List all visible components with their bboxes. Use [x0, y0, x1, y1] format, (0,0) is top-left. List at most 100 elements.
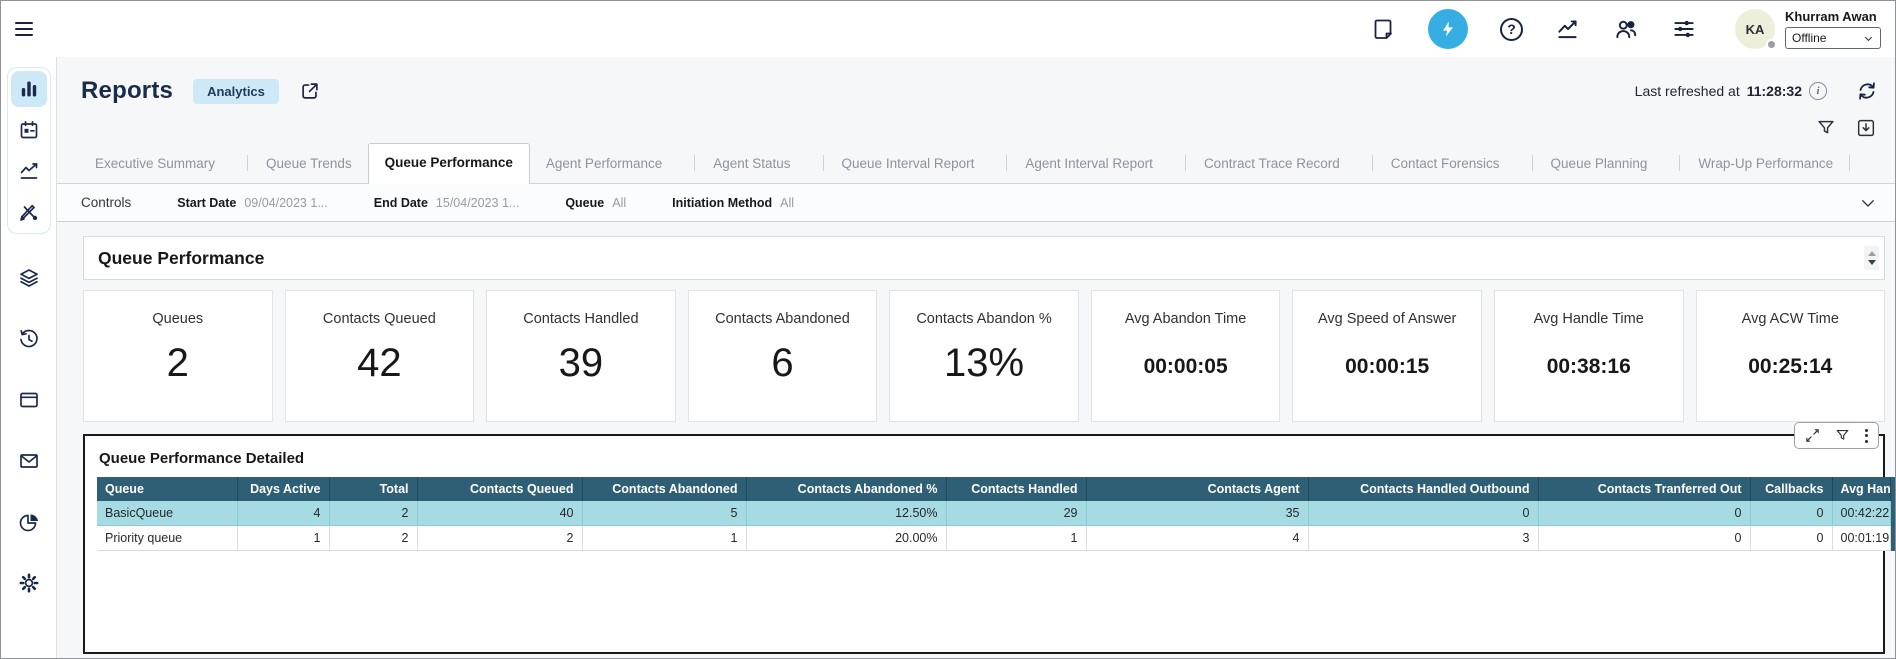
controls-collapse-chevron-icon[interactable]: [1859, 194, 1877, 212]
hamburger-menu-icon[interactable]: [15, 16, 41, 42]
left-sidebar: [1, 57, 57, 658]
report-tabs: Executive Summary Queue Trends Queue Per…: [57, 141, 1895, 184]
line-chart-icon: [17, 159, 41, 183]
history-icon: [17, 327, 41, 351]
kpi-contacts-abandoned: Contacts Abandoned 6: [688, 290, 878, 422]
contacts-icon[interactable]: [1613, 16, 1639, 42]
refresh-icon[interactable]: [1855, 79, 1879, 103]
user-cluster: KA Khurram Awan Offline: [1735, 9, 1881, 49]
col-total[interactable]: Total: [329, 477, 417, 501]
col-avg-handle[interactable]: Avg Handl..: [1832, 477, 1890, 501]
chevron-down-icon: [1863, 33, 1874, 44]
sidebar-item-dashboard[interactable]: [11, 71, 47, 107]
boost-button[interactable]: [1428, 9, 1468, 49]
table-vertical-scrollbar[interactable]: [1891, 477, 1896, 551]
status-dot: [1766, 39, 1777, 50]
kpi-avg-acw-time: Avg ACW Time 00:25:14: [1696, 290, 1886, 422]
analytics-badge: Analytics: [193, 79, 279, 104]
col-days-active[interactable]: Days Active: [237, 477, 329, 501]
tab-queue-performance[interactable]: Queue Performance: [368, 143, 530, 184]
col-queue[interactable]: Queue: [97, 477, 237, 501]
col-callbacks[interactable]: Callbacks: [1750, 477, 1832, 501]
gear-icon: [17, 571, 41, 595]
lightning-icon: [1438, 19, 1458, 39]
col-contacts-handled-outbound[interactable]: Contacts Handled Outbound: [1308, 477, 1538, 501]
info-icon[interactable]: i: [1809, 82, 1827, 100]
sidebar-item-window[interactable]: [11, 382, 47, 418]
mail-icon: [17, 449, 41, 473]
notes-icon[interactable]: [1370, 16, 1396, 42]
design-tools-icon: [17, 200, 41, 224]
tab-queue-trends[interactable]: Queue Trends: [231, 144, 368, 183]
col-contacts-agent[interactable]: Contacts Agent: [1086, 477, 1308, 501]
sidebar-item-layers[interactable]: [11, 260, 47, 296]
tab-contact-forensics[interactable]: Contact Forensics: [1356, 144, 1516, 183]
filter-queue[interactable]: Queue All: [565, 196, 626, 210]
queue-performance-table: Queue Days Active Total Contacts Queued …: [97, 477, 1891, 551]
last-refreshed-time: 11:28:32: [1747, 83, 1802, 99]
tab-agent-status[interactable]: Agent Status: [678, 144, 806, 183]
settings-sliders-icon[interactable]: [1671, 16, 1697, 42]
pie-chart-icon: [17, 510, 41, 534]
sidebar-item-history[interactable]: [11, 321, 47, 357]
page-header: Reports Analytics Last refreshed at 11:2…: [57, 57, 1895, 107]
col-contacts-queued[interactable]: Contacts Queued: [417, 477, 582, 501]
scroll-stepper[interactable]: [1864, 246, 1879, 270]
calendar-icon: [17, 118, 41, 142]
tab-queue-interval-report[interactable]: Queue Interval Report: [807, 144, 991, 183]
bar-chart-icon: [17, 77, 41, 101]
external-link-icon[interactable]: [299, 80, 321, 102]
sidebar-item-calendar[interactable]: [11, 112, 47, 148]
help-icon[interactable]: ?: [1500, 18, 1523, 41]
expand-icon[interactable]: [1804, 427, 1821, 444]
col-contacts-abandoned[interactable]: Contacts Abandoned: [582, 477, 746, 501]
sidebar-item-metrics[interactable]: [11, 153, 47, 189]
col-contacts-handled[interactable]: Contacts Handled: [946, 477, 1086, 501]
step-up-icon[interactable]: [1868, 251, 1876, 256]
sidebar-nav-group: [7, 67, 51, 234]
filter-start-date[interactable]: Start Date 09/04/2023 1...: [177, 196, 327, 210]
avatar-initials: KA: [1746, 22, 1765, 37]
step-down-icon[interactable]: [1868, 260, 1876, 265]
kpi-avg-handle-time: Avg Handle Time 00:38:16: [1494, 290, 1684, 422]
report-tools: [57, 107, 1895, 141]
kpi-contacts-abandon-pct: Contacts Abandon % 13%: [889, 290, 1079, 422]
panel-filter-icon[interactable]: [1834, 427, 1851, 444]
main-area: Reports Analytics Last refreshed at 11:2…: [57, 57, 1895, 658]
kpi-avg-speed-of-answer: Avg Speed of Answer 00:00:15: [1292, 290, 1482, 422]
table-row-basicqueue[interactable]: BasicQueue 4 2 40 5 12.50% 29 35 0 0: [97, 501, 1890, 526]
table-row-priority-queue[interactable]: Priority queue 1 2 2 1 20.00% 1 4 3 0: [97, 526, 1890, 551]
sidebar-item-settings[interactable]: [11, 565, 47, 601]
top-bar: ? KA Khurram Awan Offline: [1, 1, 1895, 57]
controls-bar: Controls Start Date 09/04/2023 1... End …: [57, 184, 1895, 222]
download-icon[interactable]: [1855, 117, 1877, 139]
more-options-icon[interactable]: [1864, 429, 1869, 443]
tab-agent-interval-report[interactable]: Agent Interval Report: [990, 144, 1169, 183]
tab-agent-performance[interactable]: Agent Performance: [530, 145, 678, 183]
report-content: Queue Performance Queues 2 Contacts Queu…: [57, 222, 1895, 658]
tab-wrap-up-performance[interactable]: Wrap-Up Performance: [1663, 144, 1849, 183]
tab-executive-summary[interactable]: Executive Summary: [79, 145, 231, 183]
page-title: Reports: [81, 77, 173, 105]
topbar-actions: ? KA Khurram Awan Offline: [1370, 9, 1881, 49]
status-select[interactable]: Offline: [1785, 27, 1881, 49]
detailed-table-wrap: Queue Days Active Total Contacts Queued …: [97, 477, 1871, 551]
tab-contract-trace-record[interactable]: Contract Trace Record: [1169, 144, 1356, 183]
status-value: Offline: [1792, 31, 1826, 45]
user-meta: Khurram Awan Offline: [1785, 9, 1881, 49]
table-header-row: Queue Days Active Total Contacts Queued …: [97, 477, 1890, 501]
kpi-contacts-queued: Contacts Queued 42: [285, 290, 475, 422]
analytics-chart-icon[interactable]: [1555, 16, 1581, 42]
last-refreshed-label: Last refreshed at: [1635, 83, 1740, 99]
kpi-cards: Queues 2 Contacts Queued 42 Contacts Han…: [83, 290, 1885, 422]
tab-queue-planning[interactable]: Queue Planning: [1516, 144, 1664, 183]
sidebar-item-mail[interactable]: [11, 443, 47, 479]
sidebar-item-reports[interactable]: [11, 504, 47, 540]
filter-end-date[interactable]: End Date 15/04/2023 1...: [374, 196, 520, 210]
col-contacts-abandoned-pct[interactable]: Contacts Abandoned %: [746, 477, 946, 501]
avatar[interactable]: KA: [1735, 9, 1775, 49]
col-contacts-tranferred-out[interactable]: Contacts Tranferred Out: [1538, 477, 1750, 501]
filter-initiation-method[interactable]: Initiation Method All: [672, 196, 794, 210]
filter-icon[interactable]: [1815, 117, 1837, 139]
sidebar-item-design[interactable]: [11, 194, 47, 230]
